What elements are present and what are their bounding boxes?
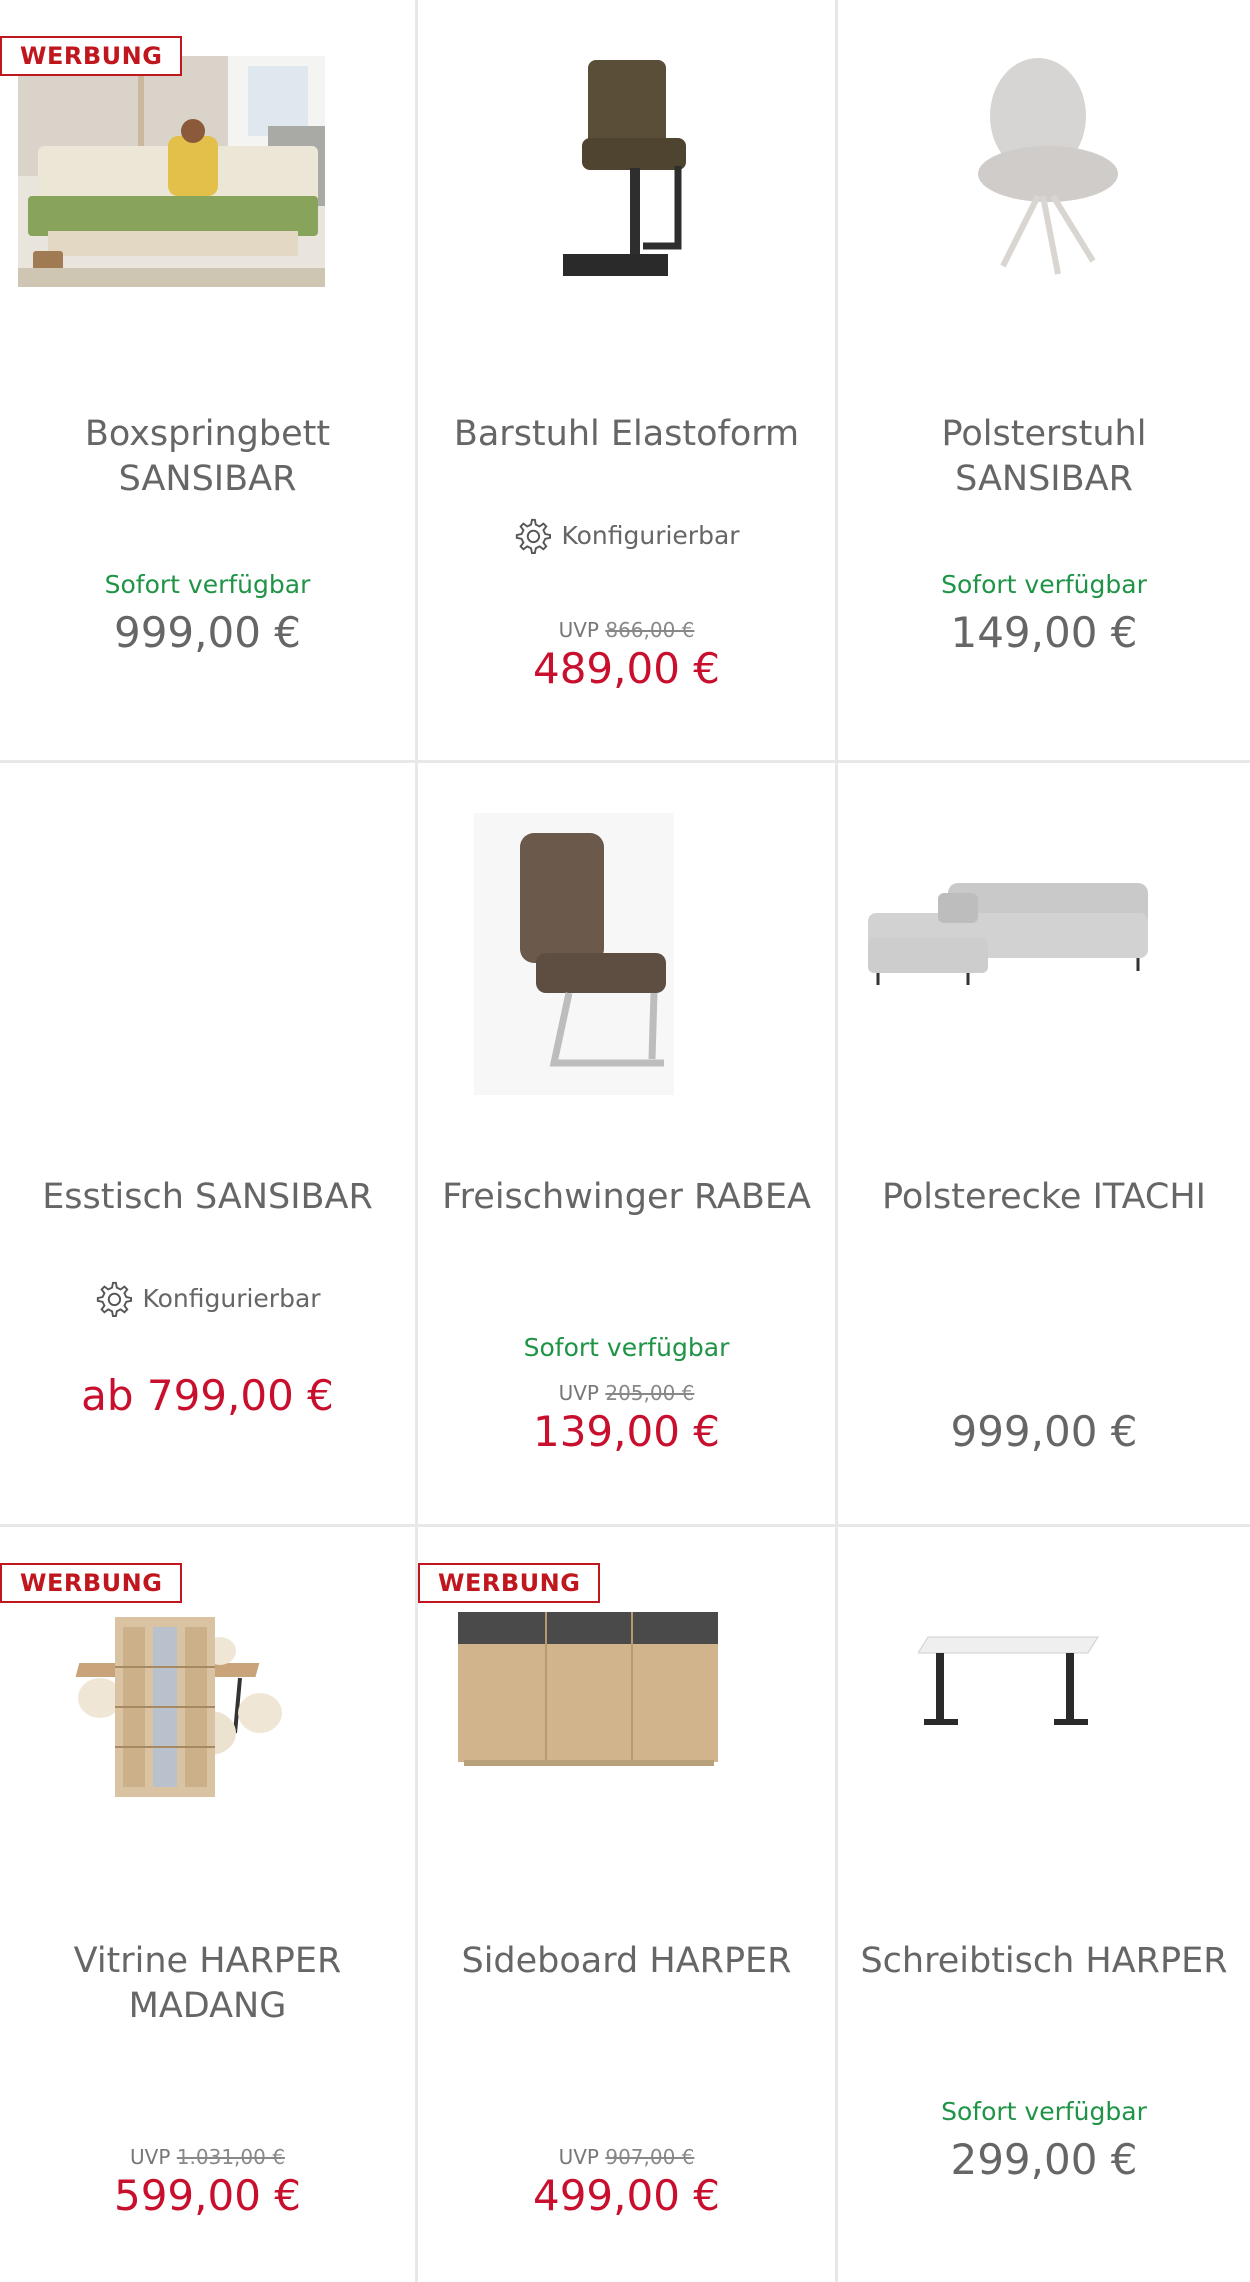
product-price: ab 799,00 € [81,1371,334,1420]
product-price: 149,00 € [950,608,1138,657]
product-name[interactable]: Esstisch SANSIBAR [0,1175,415,1220]
gear-icon [97,1281,133,1317]
configurable-label: Konfigurierbar [142,1283,321,1313]
product-card[interactable]: Freischwinger RABEA Sofort verfügbar UVP… [418,763,838,1527]
product-card[interactable]: Schreibtisch HARPER Sofort verfügbar 299… [838,1527,1250,2282]
product-price: 499,00 € [532,2171,721,2220]
product-image-sideboard[interactable] [458,1612,724,1772]
availability-status: Sofort verfügbar [941,570,1147,599]
product-price: 599,00 € [113,2171,302,2220]
uvp-price: 866,00 € [605,618,695,642]
product-image-freischwinger[interactable] [474,813,674,1095]
product-card[interactable]: WERBUNG Boxspringbett SANSIBAR Sofort ve… [0,0,418,763]
configurable-label: Konfigurierbar [561,520,740,550]
product-name[interactable]: Boxspringbett SANSIBAR [0,412,415,502]
availability-status: Sofort verfügbar [523,1333,730,1362]
product-price: 139,00 € [532,1407,721,1456]
uvp-line: UVP 205,00 € [418,1381,835,1405]
gear-icon [516,518,552,554]
product-card[interactable]: WERBUNG Vitrine HARPER MADANG UVP 1.031,… [0,1527,418,2282]
product-image-polsterecke[interactable] [868,863,1158,1003]
availability-status: Sofort verfügbar [941,2097,1147,2126]
ad-badge: WERBUNG [0,36,183,76]
uvp-price: 907,00 € [605,2145,695,2169]
product-image-polsterstuhl[interactable] [928,56,1168,286]
uvp-line: UVP 907,00 € [418,2145,835,2169]
product-name[interactable]: Barstuhl Elastoform [418,412,835,457]
configurable-indicator: Konfigurierbar [418,516,835,554]
product-name[interactable]: Schreibtisch HARPER [838,1939,1250,1984]
uvp-line: UVP 866,00 € [418,618,835,642]
product-card[interactable]: WERBUNG Sideboard HARPER UVP 907,00 € 49… [418,1527,838,2282]
product-image-barstuhl[interactable] [538,56,718,286]
product-card[interactable]: Esstisch SANSIBAR Konfigurierbar ab 799,… [0,763,418,1755]
uvp-price: 1.031,00 € [176,2145,285,2169]
product-image-vitrine[interactable] [115,1617,215,1797]
product-card[interactable]: Polsterstuhl SANSIBAR Sofort verfügbar 1… [838,0,1250,763]
product-card[interactable]: Polsterecke ITACHI 999,00 € [838,763,1250,1527]
product-name[interactable]: Polsterecke ITACHI [838,1175,1250,1220]
product-name[interactable]: Sideboard HARPER [418,1939,835,1984]
product-price: 489,00 € [532,644,721,693]
product-price: 999,00 € [950,1407,1138,1456]
product-name[interactable]: Polsterstuhl SANSIBAR [838,412,1250,502]
product-price: 999,00 € [113,608,302,657]
uvp-label: UVP [558,2145,599,2169]
product-grid: WERBUNG Boxspringbett SANSIBAR Sofort ve… [0,0,1250,2282]
uvp-line: UVP 1.031,00 € [0,2145,415,2169]
configurable-indicator: Konfigurierbar [0,1279,415,1317]
uvp-label: UVP [558,1381,599,1405]
availability-status: Sofort verfügbar [104,570,311,599]
uvp-label: UVP [130,2145,171,2169]
product-name[interactable]: Vitrine HARPER MADANG [0,1939,415,2029]
ad-badge: WERBUNG [418,1563,601,1603]
product-image-boxspringbett[interactable] [18,56,325,287]
uvp-price: 205,00 € [605,1381,695,1405]
product-image-schreibtisch[interactable] [918,1627,1108,1737]
product-name[interactable]: Freischwinger RABEA [418,1175,835,1220]
ad-badge: WERBUNG [0,1563,183,1603]
uvp-label: UVP [558,618,599,642]
product-card[interactable]: Barstuhl Elastoform Konfigurierbar UVP 8… [418,0,838,763]
product-price: 299,00 € [950,2135,1138,2184]
